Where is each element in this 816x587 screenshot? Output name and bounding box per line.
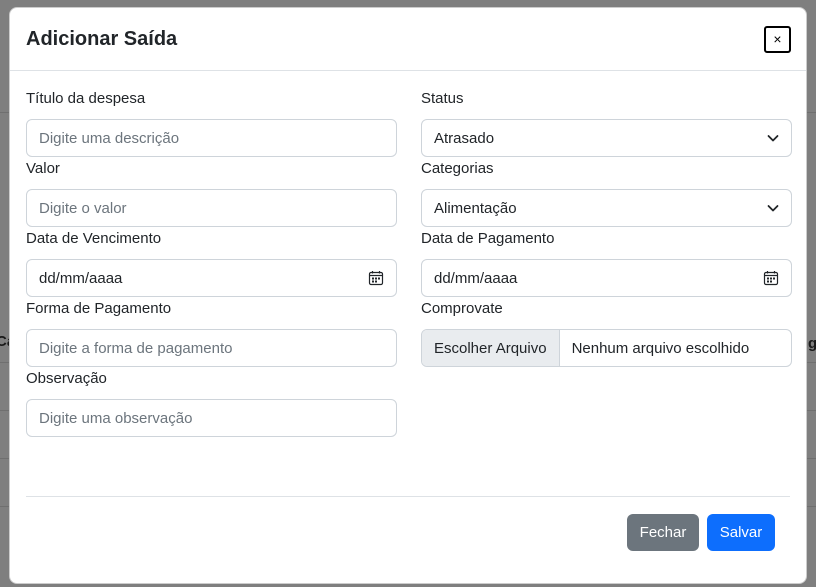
calendar-icon[interactable] (368, 270, 384, 286)
valor-label: Valor (26, 160, 60, 177)
categorias-label: Categorias (421, 160, 494, 177)
field-valor: Valor Digite o valor (26, 159, 397, 229)
field-status: Status Atrasado (421, 89, 792, 159)
file-status-text: Nenhum arquivo escolhido (571, 339, 750, 357)
comprovante-label: Comprovate (421, 300, 503, 317)
status-selected-value: Atrasado (434, 129, 495, 147)
status-label: Status (421, 90, 464, 107)
field-pagamento: Data de Pagamento dd/mm/aaaa (421, 229, 792, 299)
field-titulo: Título da despesa Digite uma descrição (26, 89, 397, 159)
calendar-icon[interactable] (763, 270, 779, 286)
categorias-select[interactable]: Alimentação (421, 189, 792, 227)
pagamento-date-input[interactable]: dd/mm/aaaa (421, 259, 792, 297)
form-column-left: Título da despesa Digite uma descrição V… (26, 89, 397, 439)
modal-title: Adicionar Saída (26, 27, 178, 50)
save-button[interactable]: Salvar (707, 514, 775, 551)
valor-input[interactable]: Digite o valor (26, 189, 397, 227)
choose-file-button[interactable]: Escolher Arquivo (422, 330, 560, 366)
vencimento-date-value: dd/mm/aaaa (39, 269, 123, 287)
close-icon-button[interactable]: × (764, 25, 791, 53)
field-observacao: Observação Digite uma observação (26, 369, 397, 439)
titulo-label: Título da despesa (26, 90, 146, 107)
pagamento-date-value: dd/mm/aaaa (434, 269, 518, 287)
observacao-input[interactable]: Digite uma observação (26, 399, 397, 437)
status-select[interactable]: Atrasado (421, 119, 792, 157)
background-column-header-fragment: g (808, 335, 816, 352)
forma-pagamento-input[interactable]: Digite a forma de pagamento (26, 329, 397, 367)
chevron-down-icon (767, 135, 779, 142)
modal-header: Adicionar Saída × (10, 8, 806, 71)
pagamento-label: Data de Pagamento (421, 230, 555, 247)
field-forma-pagamento: Forma de Pagamento Digite a forma de pag… (26, 299, 397, 369)
modal-footer: Fechar Salvar (627, 514, 775, 551)
vencimento-label: Data de Vencimento (26, 230, 162, 247)
footer-divider (26, 496, 790, 497)
chevron-down-icon (767, 205, 779, 212)
categorias-selected-value: Alimentação (434, 199, 517, 217)
titulo-input[interactable]: Digite uma descrição (26, 119, 397, 157)
add-expense-modal: Adicionar Saída × Título da despesa Digi… (9, 7, 807, 584)
comprovante-file-input[interactable]: Escolher Arquivo Nenhum arquivo escolhid… (421, 329, 792, 367)
forma-pagamento-label: Forma de Pagamento (26, 300, 172, 317)
field-categorias: Categorias Alimentação (421, 159, 792, 229)
field-comprovante: Comprovate Escolher Arquivo Nenhum arqui… (421, 299, 792, 369)
observacao-label: Observação (26, 370, 107, 387)
close-button[interactable]: Fechar (627, 514, 699, 551)
vencimento-date-input[interactable]: dd/mm/aaaa (26, 259, 397, 297)
field-vencimento: Data de Vencimento dd/mm/aaaa (26, 229, 397, 299)
form-column-right: Status Atrasado Categorias Alimentação D… (421, 89, 792, 369)
